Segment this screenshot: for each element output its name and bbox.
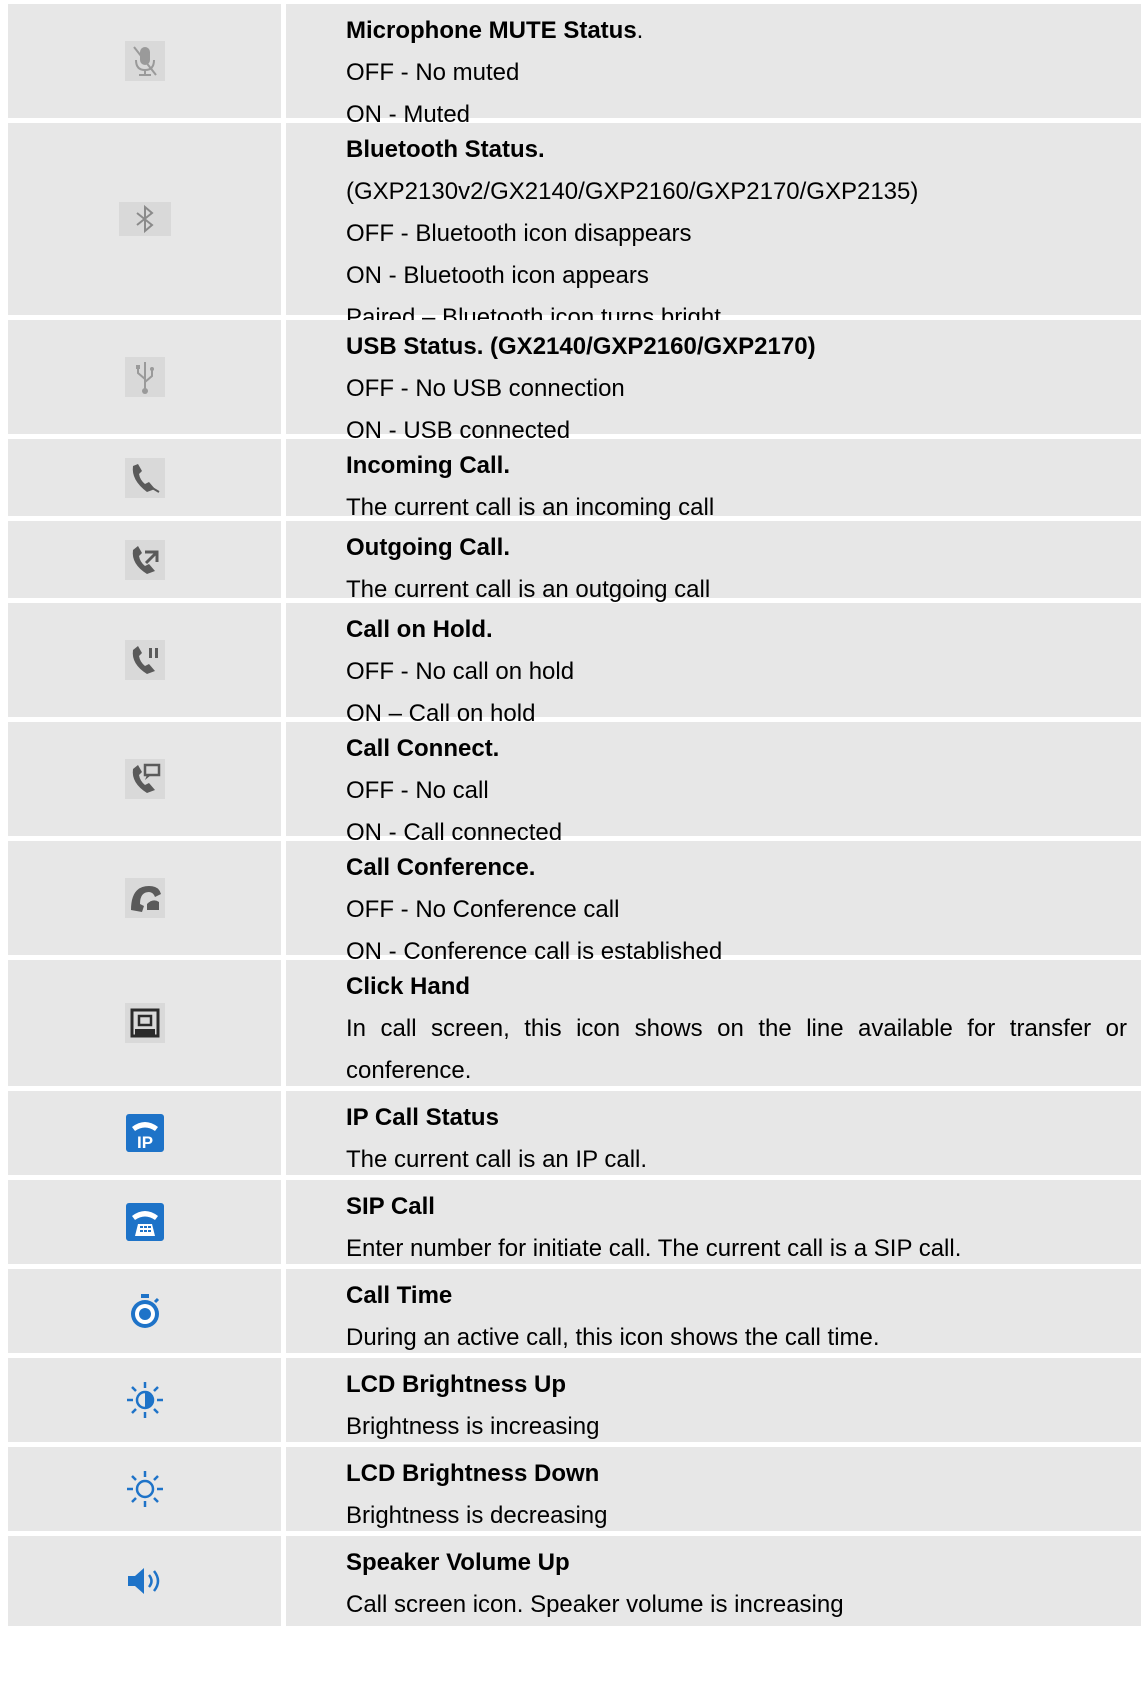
description-cell: IP Call Status The current call is an IP…	[286, 1091, 1141, 1175]
click-hand-icon	[124, 1003, 165, 1043]
row-line: During an active call, this icon shows t…	[346, 1324, 880, 1351]
description-cell: LCD Brightness Down Brightness is decrea…	[286, 1447, 1141, 1531]
call-connect-icon	[124, 759, 165, 799]
row-line: OFF - No call	[346, 777, 489, 804]
row-line: Call screen icon. Speaker volume is incr…	[346, 1591, 844, 1618]
row-title: Call Connect.	[346, 735, 500, 762]
icon-cell	[8, 722, 281, 836]
row-title: LCD Brightness Down	[346, 1460, 600, 1487]
table-row: LCD Brightness Down Brightness is decrea…	[8, 1447, 1141, 1531]
row-title: Call on Hold.	[346, 616, 493, 643]
description-cell: Call Time During an active call, this ic…	[286, 1269, 1141, 1353]
table-row: Speaker Volume Up Call screen icon. Spea…	[8, 1536, 1141, 1626]
icon-cell	[8, 1180, 281, 1264]
brightness-down-icon	[126, 1471, 163, 1507]
call-time-stopwatch-icon	[130, 1294, 159, 1328]
icon-cell	[8, 439, 281, 516]
row-line: OFF - No USB connection	[346, 375, 625, 402]
table-row: USB Status. (GX2140/GXP2160/GXP2170) OFF…	[8, 320, 1141, 444]
row-line: Brightness is decreasing	[346, 1502, 608, 1529]
row-title: Call Conference.	[346, 854, 536, 881]
table-row: SIP Call Enter number for initiate call.…	[8, 1180, 1141, 1264]
icon-cell	[8, 841, 281, 955]
call-hold-icon	[124, 640, 165, 680]
icon-cell	[8, 1358, 281, 1442]
outgoing-call-icon	[124, 539, 165, 580]
svg-text:IP: IP	[136, 1133, 152, 1152]
row-line: Enter number for initiate call. The curr…	[346, 1235, 962, 1262]
sip-call-icon	[125, 1203, 164, 1241]
icon-status-table: Microphone MUTE Status. OFF - No muted O…	[8, 4, 1141, 1631]
incoming-call-icon	[124, 457, 165, 498]
icon-cell: IP	[8, 1091, 281, 1175]
icon-cell	[8, 123, 281, 315]
row-line: The current call is an IP call.	[346, 1146, 648, 1173]
row-line: Brightness is increasing	[346, 1413, 600, 1440]
description-cell: Call Connect. OFF - No call ON - Call co…	[286, 722, 1141, 846]
row-title: LCD Brightness Up	[346, 1371, 567, 1398]
row-line: OFF - No muted	[346, 59, 520, 86]
description-cell: Bluetooth Status. (GXP2130v2/GX2140/GXP2…	[286, 123, 1141, 331]
speaker-volume-up-icon	[127, 1568, 159, 1594]
description-cell: LCD Brightness Up Brightness is increasi…	[286, 1358, 1141, 1442]
icon-cell	[8, 603, 281, 717]
description-cell: Microphone MUTE Status. OFF - No muted O…	[286, 4, 1141, 128]
row-title: Incoming Call.	[346, 452, 511, 479]
table-row: LCD Brightness Up Brightness is increasi…	[8, 1358, 1141, 1442]
row-title: SIP Call	[346, 1193, 435, 1220]
row-title: Speaker Volume Up	[346, 1549, 570, 1576]
icon-cell	[8, 521, 281, 598]
icon-cell	[8, 4, 281, 118]
row-title: Click Hand	[346, 973, 471, 1000]
table-row: Microphone MUTE Status. OFF - No muted O…	[8, 4, 1141, 128]
description-cell: Click Hand In call screen, this icon sho…	[286, 960, 1141, 1086]
table-row: Incoming Call. The current call is an in…	[8, 439, 1141, 521]
row-line: OFF - No call on hold	[346, 658, 575, 685]
icon-cell	[8, 1269, 281, 1353]
table-row: Call Time During an active call, this ic…	[8, 1269, 1141, 1353]
row-line: OFF - Bluetooth icon disappears	[346, 220, 692, 247]
row-title: Call Time	[346, 1282, 453, 1309]
description-cell: Outgoing Call. The current call is an ou…	[286, 521, 1141, 603]
icon-cell	[8, 960, 281, 1086]
description-cell: Incoming Call. The current call is an in…	[286, 439, 1141, 521]
description-cell: Call Conference. OFF - No Conference cal…	[286, 841, 1141, 965]
row-title: Bluetooth Status.	[346, 136, 545, 163]
table-row: Call Connect. OFF - No call ON - Call co…	[8, 722, 1141, 846]
row-paragraph: In call screen, this icon shows on the l…	[346, 1015, 1127, 1084]
table-row: Bluetooth Status. (GXP2130v2/GX2140/GXP2…	[8, 123, 1141, 331]
brightness-up-icon	[126, 1382, 163, 1418]
microphone-mute-icon	[124, 41, 165, 81]
description-cell: SIP Call Enter number for initiate call.…	[286, 1180, 1141, 1264]
icon-cell	[8, 320, 281, 434]
table-row: Call Conference. OFF - No Conference cal…	[8, 841, 1141, 965]
row-title-suffix: .	[636, 17, 644, 44]
row-title: Outgoing Call.	[346, 534, 510, 561]
row-line: ON - Bluetooth icon appears	[346, 262, 649, 289]
table-row: Click Hand In call screen, this icon sho…	[8, 960, 1141, 1086]
icon-cell	[8, 1447, 281, 1531]
call-conference-icon	[124, 878, 165, 918]
usb-icon	[124, 357, 165, 397]
row-title: IP Call Status	[346, 1104, 499, 1131]
row-title: USB Status. (GX2140/GXP2160/GXP2170)	[346, 333, 816, 360]
table-row: IP IP Call Status The current call is an…	[8, 1091, 1141, 1175]
description-cell: Speaker Volume Up Call screen icon. Spea…	[286, 1536, 1141, 1626]
bluetooth-icon	[118, 202, 171, 236]
row-line: OFF - No Conference call	[346, 896, 620, 923]
description-cell: Call on Hold. OFF - No call on hold ON –…	[286, 603, 1141, 727]
description-cell: USB Status. (GX2140/GXP2160/GXP2170) OFF…	[286, 320, 1141, 444]
row-title: Microphone MUTE Status	[346, 17, 637, 44]
table-row: Outgoing Call. The current call is an ou…	[8, 521, 1141, 603]
table-row: Call on Hold. OFF - No call on hold ON –…	[8, 603, 1141, 727]
icon-cell	[8, 1536, 281, 1626]
row-line: (GXP2130v2/GX2140/GXP2160/GXP2170/GXP213…	[346, 178, 919, 205]
ip-call-icon: IP	[125, 1114, 164, 1152]
